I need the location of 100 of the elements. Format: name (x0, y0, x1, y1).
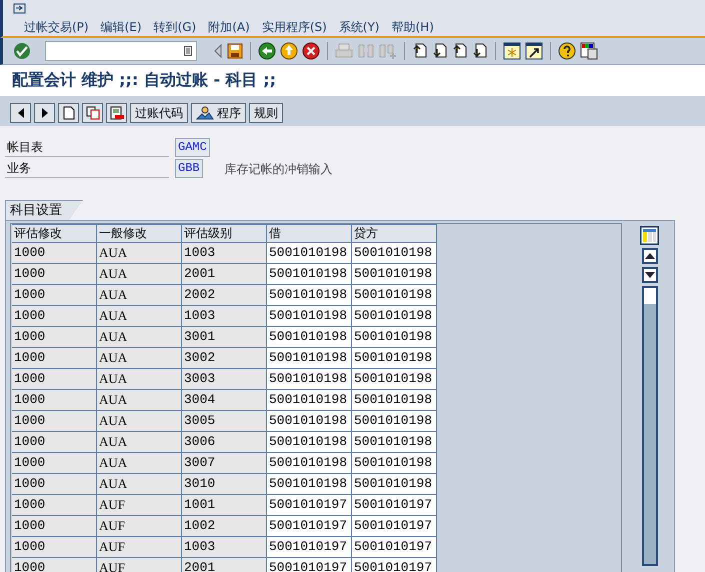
table-cell[interactable]: 5001010198 (352, 369, 437, 390)
table-cell[interactable]: 5001010197 (352, 516, 437, 537)
toolbar-button[interactable]: 过账代码 (130, 103, 188, 123)
exit-icon[interactable] (280, 42, 298, 60)
save-icon[interactable] (227, 43, 243, 59)
column-header[interactable]: 评估修改 (12, 224, 97, 243)
column-settings-icon[interactable] (640, 226, 659, 245)
field-label: 业务 (5, 160, 169, 178)
menu-item[interactable]: 转到(G) (154, 18, 196, 36)
cancel-icon[interactable] (302, 42, 320, 60)
table-cell[interactable]: 5001010198 (267, 348, 352, 369)
table-cell: 1000 (12, 495, 97, 516)
column-header[interactable]: 一般修改 (97, 224, 182, 243)
table-cell[interactable]: 5001010198 (352, 348, 437, 369)
table-cell[interactable]: 5001010198 (267, 390, 352, 411)
table-cell: 1000 (12, 411, 97, 432)
table-cell[interactable]: 5001010198 (352, 264, 437, 285)
table-cell[interactable]: 5001010198 (352, 306, 437, 327)
screen-title: 配置会计 维护 ;;: 自动过账 - 科目 ;; (12, 70, 276, 91)
page-arrow-icon[interactable] (452, 43, 468, 59)
page-arrow-icon[interactable] (412, 43, 428, 59)
field-value[interactable]: GAMC (175, 138, 210, 157)
menu-item[interactable]: 实用程序(S) (262, 18, 327, 36)
table-cell[interactable]: 5001010198 (352, 474, 437, 495)
table-cell[interactable]: 5001010198 (352, 432, 437, 453)
table-cell[interactable]: 5001010197 (352, 495, 437, 516)
table-cell: 1000 (12, 264, 97, 285)
table-cell: AUF (97, 537, 182, 558)
table-cell: AUA (97, 348, 182, 369)
table-cell[interactable]: 5001010198 (267, 411, 352, 432)
table-cell[interactable]: 5001010198 (352, 453, 437, 474)
table-cell[interactable]: 5001010198 (267, 453, 352, 474)
table-cell: AUA (97, 453, 182, 474)
copy-button[interactable] (82, 103, 103, 123)
menu-item[interactable]: 系统(Y) (338, 18, 380, 36)
help-icon[interactable] (558, 42, 576, 60)
page-arrow-icon[interactable] (432, 43, 448, 59)
table-cell: AUF (97, 495, 182, 516)
table-cell[interactable]: 5001010198 (267, 243, 352, 264)
table-cell: AUA (97, 327, 182, 348)
table-cell: 1000 (12, 285, 97, 306)
table-cell[interactable]: 5001010197 (267, 516, 352, 537)
scroll-up-button[interactable] (642, 248, 658, 264)
table-cell[interactable]: 5001010198 (352, 411, 437, 432)
list-icon[interactable] (184, 46, 192, 56)
column-header[interactable]: 评估级别 (182, 224, 267, 243)
layout-icon[interactable] (580, 42, 598, 60)
new-entries-button[interactable] (58, 103, 79, 123)
table-cell: 3010 (182, 474, 267, 495)
table-cell[interactable]: 5001010198 (352, 285, 437, 306)
table-cell: 3006 (182, 432, 267, 453)
table-cell[interactable]: 5001010198 (352, 390, 437, 411)
menu-icon[interactable] (13, 3, 26, 14)
column-header[interactable]: 贷方 (352, 224, 437, 243)
table-cell[interactable]: 5001010198 (267, 474, 352, 495)
table-cell[interactable]: 5001010197 (267, 558, 352, 572)
table-cell[interactable]: 5001010198 (352, 327, 437, 348)
table-cell[interactable]: 5001010198 (267, 327, 352, 348)
check-icon[interactable] (13, 42, 31, 60)
field-label: 帐目表 (5, 139, 169, 157)
page-arrow-icon[interactable] (472, 43, 488, 59)
command-field[interactable] (45, 41, 197, 61)
table-cell[interactable]: 5001010198 (352, 243, 437, 264)
back-icon[interactable] (258, 42, 276, 60)
triangle-icon[interactable] (213, 44, 223, 58)
field-value[interactable]: GBB (175, 159, 203, 178)
menu-item[interactable]: 附加(A) (208, 18, 250, 36)
scrollbar[interactable] (642, 286, 658, 566)
table-cell[interactable]: 5001010198 (267, 306, 352, 327)
table-cell: AUA (97, 432, 182, 453)
menu-item[interactable]: 过帐交易(P) (24, 18, 89, 36)
table-cell[interactable]: 5001010197 (267, 495, 352, 516)
table-cell: 1000 (12, 369, 97, 390)
table-cell[interactable]: 5001010198 (267, 432, 352, 453)
column-header[interactable]: 借 (267, 224, 352, 243)
toolbar-button[interactable]: 规则 (249, 103, 283, 123)
previous-button[interactable] (10, 103, 31, 123)
new-window-icon[interactable] (503, 42, 521, 60)
table-cell: 1000 (12, 537, 97, 558)
table-cell[interactable]: 5001010197 (352, 537, 437, 558)
table-cell[interactable]: 5001010198 (267, 285, 352, 306)
table-cell: 1001 (182, 495, 267, 516)
program-button[interactable]: 程序 (191, 103, 246, 123)
field-description: 库存记帐的冲销输入 (224, 161, 333, 178)
table-cell[interactable]: 5001010197 (267, 537, 352, 558)
shortcut-icon[interactable] (525, 42, 543, 60)
tab[interactable]: 科目设置 (5, 200, 83, 220)
next-button[interactable] (34, 103, 55, 123)
table-cell: 2002 (182, 285, 267, 306)
table-cell: 3002 (182, 348, 267, 369)
table-cell: 1000 (12, 390, 97, 411)
table-cell[interactable]: 5001010198 (267, 369, 352, 390)
delete-button[interactable] (106, 103, 127, 123)
table-cell[interactable]: 5001010197 (352, 558, 437, 572)
menu-item[interactable]: 帮助(H) (392, 18, 434, 36)
table-cell: 2001 (182, 558, 267, 572)
menu-item[interactable]: 编辑(E) (100, 18, 142, 36)
scroll-down-button[interactable] (642, 267, 658, 283)
table-cell: 1000 (12, 327, 97, 348)
table-cell[interactable]: 5001010198 (267, 264, 352, 285)
